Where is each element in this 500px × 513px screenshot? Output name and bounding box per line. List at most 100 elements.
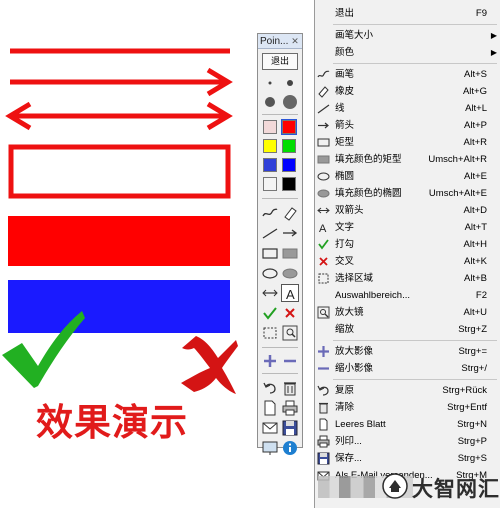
menu-item-label: 椭圆 [335, 171, 355, 182]
menu-item[interactable]: 打勾 Alt+H [315, 236, 500, 253]
double-arrow-icon[interactable] [261, 284, 279, 302]
line-icon[interactable] [261, 224, 279, 242]
menu-item[interactable]: 复原 Strg+Rück [315, 382, 500, 399]
close-icon[interactable]: ✕ [290, 36, 300, 46]
menu-item-shortcut: Strg+Z [458, 324, 487, 335]
demo-caption: 效果演示 [36, 400, 188, 444]
menu-item[interactable]: 椭圆 Alt+E [315, 168, 500, 185]
trash-icon[interactable] [281, 379, 299, 397]
menu-item[interactable]: 填充颜色的矩型 Umsch+Alt+R [315, 151, 500, 168]
menu-item-shortcut: Alt+L [465, 103, 487, 114]
menu-item[interactable]: 填充颜色的椭圆 Umsch+Alt+E [315, 185, 500, 202]
menu-item[interactable]: 颜色 ▶ [315, 44, 500, 61]
color-swatch-blue[interactable] [282, 158, 296, 172]
ellipse-icon[interactable] [261, 264, 279, 282]
checkmark-icon [317, 238, 330, 251]
checkmark-icon[interactable] [261, 304, 279, 322]
save-icon[interactable] [281, 419, 299, 437]
magnifier-icon [317, 306, 330, 319]
blank-page-icon[interactable] [261, 399, 279, 417]
pen-size-medium-icon[interactable] [281, 74, 299, 92]
undo-icon[interactable] [261, 379, 279, 397]
pen-icon[interactable] [261, 204, 279, 222]
magnifier-icon[interactable] [281, 324, 299, 342]
menu-item-label: 矩型 [335, 137, 355, 148]
drawing-canvas[interactable]: 效果演示 [0, 0, 250, 508]
selection-icon[interactable] [261, 324, 279, 342]
menu-item[interactable]: 列印... Strg+P [315, 433, 500, 450]
info-icon[interactable] [281, 439, 299, 457]
menu-separator [333, 63, 497, 64]
color-swatch-yellow[interactable] [263, 139, 277, 153]
filled-ellipse-icon[interactable] [281, 264, 299, 282]
menu-item-label: 放大镜 [335, 307, 364, 318]
menu-item[interactable]: 箭头 Alt+P [315, 117, 500, 134]
color-swatch-white[interactable] [263, 177, 277, 191]
pen-size-small-icon[interactable] [261, 74, 279, 92]
menu-item-shortcut: Strg+/ [461, 363, 487, 374]
menu-item[interactable]: 退出 F9 [315, 5, 500, 22]
menu-item[interactable]: 放大影像 Strg+= [315, 343, 500, 360]
menu-item-shortcut: Strg+N [457, 419, 487, 430]
filled-rectangle-icon[interactable] [281, 244, 299, 262]
submenu-arrow-icon: ▶ [490, 48, 497, 57]
screen-icon[interactable] [261, 439, 279, 457]
menu-item[interactable]: 保存... Strg+S [315, 450, 500, 467]
menu-item[interactable]: A 文字 Alt+T [315, 219, 500, 236]
text-icon[interactable]: A [281, 284, 299, 302]
drawn-arrow [10, 67, 233, 97]
pen-size-xlarge-icon[interactable] [281, 93, 299, 111]
menu-item-shortcut: Umsch+Alt+R [428, 154, 487, 165]
menu-item[interactable]: 橡皮 Alt+G [315, 83, 500, 100]
menu-item-shortcut: Alt+P [464, 120, 487, 131]
menu-item[interactable]: 缩放 Strg+Z [315, 321, 500, 338]
color-swatch-blue-light[interactable] [263, 158, 277, 172]
print-icon[interactable] [281, 399, 299, 417]
color-swatch-green[interactable] [282, 139, 296, 153]
cross-icon[interactable] [281, 304, 299, 322]
menu-item-label: 退出 [335, 8, 355, 19]
arrow-icon[interactable] [281, 224, 299, 242]
menu-item[interactable]: Auswahlbereich... F2 [315, 287, 500, 304]
menu-item[interactable]: Leeres Blatt Strg+N [315, 416, 500, 433]
menu-item-label: 缩放 [335, 324, 355, 335]
menu-item-label: 放大影像 [335, 346, 374, 357]
email-icon[interactable] [261, 419, 279, 437]
context-menu[interactable]: 退出 F9 画笔大小 ▶ 颜色 ▶ 画笔 Alt+S 橡皮 Alt+G 线 Alt+L 箭头 Alt+P 矩… [314, 0, 500, 508]
menu-item-label: 保存... [335, 453, 362, 464]
menu-item[interactable]: 矩型 Alt+R [315, 134, 500, 151]
menu-item[interactable]: 线 Alt+L [315, 100, 500, 117]
menu-item-label: 打勾 [335, 239, 355, 250]
menu-item[interactable]: 清除 Strg+Entf [315, 399, 500, 416]
pen-size-large-icon[interactable] [261, 93, 279, 111]
menu-item-shortcut: Alt+E [464, 171, 487, 182]
pointofix-toolbar[interactable]: Poin... ✕ 退出 A [257, 33, 303, 455]
eraser-icon[interactable] [281, 204, 299, 222]
menu-item[interactable]: 双箭头 Alt+D [315, 202, 500, 219]
menu-item-label: 画笔 [335, 69, 355, 80]
menu-item-label: 线 [335, 103, 345, 114]
svg-text:A: A [319, 223, 327, 234]
rectangle-icon[interactable] [261, 244, 279, 262]
undo-icon [317, 384, 330, 397]
toolbar-exit-button[interactable]: 退出 [262, 53, 298, 70]
print-icon [317, 435, 330, 448]
zoom-out-icon[interactable] [281, 352, 299, 370]
menu-item-label: 复原 [335, 385, 355, 396]
menu-item[interactable]: 放大镜 Alt+U [315, 304, 500, 321]
color-swatch-pink[interactable] [263, 120, 277, 134]
zoom-in-icon[interactable] [261, 352, 279, 370]
filled-ellipse-icon [317, 187, 330, 200]
menu-item[interactable]: 画笔大小 ▶ [315, 27, 500, 44]
menu-item[interactable]: 选择区域 Alt+B [315, 270, 500, 287]
trash-icon [317, 401, 330, 414]
menu-separator [333, 340, 497, 341]
menu-item-shortcut: F2 [475, 290, 487, 301]
menu-item[interactable]: 画笔 Alt+S [315, 66, 500, 83]
color-swatch-black[interactable] [282, 177, 296, 191]
menu-item-shortcut: Alt+U [463, 307, 488, 318]
color-swatch-red[interactable] [281, 119, 297, 135]
menu-item[interactable]: 缩小影像 Strg+/ [315, 360, 500, 377]
pen-icon [317, 68, 330, 81]
menu-item[interactable]: 交叉 Alt+K [315, 253, 500, 270]
